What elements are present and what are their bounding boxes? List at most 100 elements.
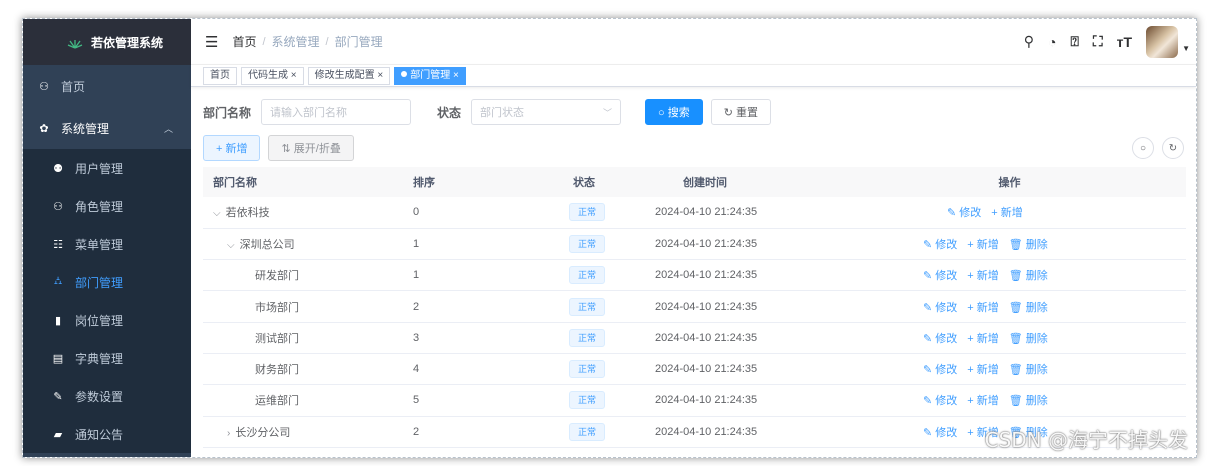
tag-home[interactable]: 首页 <box>203 66 237 85</box>
cell-dept-name: › 长沙分公司 <box>203 416 393 448</box>
font-size-icon[interactable]: ᴛT <box>1117 34 1132 50</box>
cell-order: 2 <box>393 290 543 323</box>
breadcrumb-home[interactable]: 首页 <box>232 33 256 50</box>
cell-status: 正常 <box>543 197 633 229</box>
search-form: 部门名称 请输入部门名称 状态 部门状态 ﹀ ○ 搜索 ↻ 重置 <box>203 93 1184 131</box>
sidebar-item-dict[interactable]: ▤ 字典管理 <box>23 339 191 377</box>
chevron-up-icon: ︿ <box>163 123 173 134</box>
edit-button[interactable]: ✎ 修改 <box>923 364 957 376</box>
edit-icon: ✎ <box>53 390 63 403</box>
dept-name-input[interactable]: 请输入部门名称 <box>261 99 412 125</box>
watermark: CSDN @海宁不掉头发 <box>984 428 1188 452</box>
status-badge: 正常 <box>569 297 606 316</box>
chevron-right-icon[interactable]: › <box>227 428 230 439</box>
add-child-button[interactable]: + 新增 <box>967 395 998 407</box>
sidebar-item-config[interactable]: ✎ 参数设置 <box>23 377 191 415</box>
leaf-logo-icon <box>67 40 83 49</box>
caret-down-icon[interactable]: ▼ <box>1182 44 1190 53</box>
chevron-down-icon[interactable]: ⌵ <box>213 208 221 219</box>
tag-edit-gen-config[interactable]: 修改生成配置 × <box>307 66 391 85</box>
delete-button[interactable]: 🗑 删除 <box>1009 395 1048 407</box>
add-button[interactable]: + 新增 <box>203 135 261 161</box>
dept-name-text: 测试部门 <box>255 332 299 345</box>
sidebar-item-label: 首页 <box>61 79 86 94</box>
delete-button[interactable]: 🗑 删除 <box>1009 364 1048 376</box>
chevron-down-icon: ﹀ <box>603 107 613 118</box>
edit-button[interactable]: ✎ 修改 <box>923 302 957 314</box>
table-row: 测试部门 3 正常 2024-04-10 21:24:35 ✎ 修改 + 新增 🗑 删除 <box>203 322 1186 354</box>
user-icon: ⚉ <box>53 162 63 175</box>
toggle-search-icon[interactable]: ○ <box>1132 137 1154 159</box>
edit-button[interactable]: ✎ 修改 <box>947 207 981 219</box>
table-header-row: 部门名称 排序 状态 创建时间 操作 <box>203 167 1186 197</box>
app-logo[interactable]: 若依管理系统 <box>23 19 191 65</box>
cell-order: 4 <box>393 353 543 386</box>
cell-order: 1 <box>393 228 543 261</box>
cell-created-time: 2024-04-10 21:24:35 <box>633 197 833 229</box>
sidebar-item-label: 岗位管理 <box>75 313 124 328</box>
edit-button[interactable]: ✎ 修改 <box>923 239 957 251</box>
sidebar-item-label: 角色管理 <box>75 199 124 214</box>
page-content: 部门名称 请输入部门名称 状态 部门状态 ﹀ ○ 搜索 ↻ 重置 + 新增 ⇅ … <box>191 93 1196 448</box>
dept-name-placeholder: 请输入部门名称 <box>270 107 348 119</box>
sidebar-item-system[interactable]: ✿ 系统管理 ︿ <box>23 107 191 149</box>
add-child-button[interactable]: + 新增 <box>967 333 998 345</box>
github-icon[interactable]: ◔ <box>1048 34 1056 50</box>
add-child-button[interactable]: + 新增 <box>967 302 998 314</box>
status-badge: 正常 <box>569 203 606 222</box>
cell-actions: ✎ 修改 + 新增 🗑 删除 <box>833 322 1186 354</box>
avatar[interactable] <box>1146 25 1179 58</box>
edit-button[interactable]: ✎ 修改 <box>923 270 957 282</box>
sidebar-item-home[interactable]: ⚇ 首页 <box>23 65 191 107</box>
cell-actions: ✎ 修改 + 新增 🗑 删除 <box>833 228 1186 261</box>
cell-created-time: 2024-04-10 21:24:35 <box>633 384 833 417</box>
navbar: ☰ 首页 / 系统管理 / 部门管理 ⚲ ◔ ⍰ ⛶ ᴛT ▼ <box>191 19 1196 65</box>
cell-status: 正常 <box>543 290 633 323</box>
add-child-button[interactable]: + 新增 <box>967 270 998 282</box>
tag-department[interactable]: 部门管理 × <box>394 66 466 85</box>
delete-button[interactable]: 🗑 删除 <box>1009 302 1048 314</box>
message-icon: ▰ <box>53 428 63 441</box>
cell-created-time: 2024-04-10 21:24:35 <box>633 353 833 386</box>
search-icon[interactable]: ⚲ <box>1024 33 1034 50</box>
sidebar-item-posts[interactable]: ▮ 岗位管理 <box>23 301 191 339</box>
question-icon[interactable]: ⍰ <box>1070 33 1078 50</box>
delete-button[interactable]: 🗑 删除 <box>1009 333 1048 345</box>
cell-order: 2 <box>393 416 543 448</box>
add-child-button[interactable]: + 新增 <box>967 364 998 376</box>
hamburger-icon[interactable]: ☰ <box>205 33 218 51</box>
fullscreen-icon[interactable]: ⛶ <box>1093 33 1103 50</box>
sidebar-item-departments[interactable]: ⛼ 部门管理 <box>23 263 191 301</box>
dept-name-text: 长沙分公司 <box>235 426 291 439</box>
reset-button[interactable]: ↻ 重置 <box>710 99 772 125</box>
refresh-icon[interactable]: ↻ <box>1162 137 1184 159</box>
cell-created-time: 2024-04-10 21:24:35 <box>633 322 833 354</box>
sidebar-item-menus[interactable]: ☷ 菜单管理 <box>23 225 191 263</box>
sidebar-item-label: 部门管理 <box>75 275 124 290</box>
sidebar-item-notice[interactable]: ▰ 通知公告 <box>23 415 191 453</box>
edit-button[interactable]: ✎ 修改 <box>923 427 957 439</box>
table-row: 市场部门 2 正常 2024-04-10 21:24:35 ✎ 修改 + 新增 🗑 删除 <box>203 290 1186 323</box>
cell-status: 正常 <box>543 228 633 261</box>
dept-table: 部门名称 排序 状态 创建时间 操作 ⌵ 若依科技 0 正常 2024-04-10 21… <box>203 167 1186 448</box>
sidebar-item-label: 通知公告 <box>75 427 124 442</box>
expand-collapse-button[interactable]: ⇅ 展开/折叠 <box>268 135 354 161</box>
edit-button[interactable]: ✎ 修改 <box>923 333 957 345</box>
tags-view: 首页 代码生成 × 修改生成配置 × 部门管理 × <box>191 65 1196 87</box>
chevron-down-icon[interactable]: ⌵ <box>227 240 235 251</box>
navbar-right: ⚲ ◔ ⍰ ⛶ ᴛT ▼ <box>1024 25 1196 58</box>
search-button[interactable]: ○ 搜索 <box>645 99 703 125</box>
delete-button[interactable]: 🗑 删除 <box>1009 239 1048 251</box>
sidebar-item-users[interactable]: ⚉ 用户管理 <box>23 149 191 187</box>
tag-codegen[interactable]: 代码生成 × <box>241 66 304 85</box>
status-badge: 正常 <box>569 422 606 441</box>
delete-button[interactable]: 🗑 删除 <box>1009 270 1048 282</box>
add-child-button[interactable]: + 新增 <box>967 239 998 251</box>
add-child-button[interactable]: + 新增 <box>991 207 1022 219</box>
edit-button[interactable]: ✎ 修改 <box>923 395 957 407</box>
sidebar-item-roles[interactable]: ⚇ 角色管理 <box>23 187 191 225</box>
app-window: 若依管理系统 ⚇ 首页 ✿ 系统管理 ︿ ⚉ 用户管理 ⚇ 角色管理 ☷ 菜单管… <box>22 18 1197 458</box>
status-select[interactable]: 部门状态 ﹀ <box>471 99 622 125</box>
sidebar-item-label: 字典管理 <box>75 351 124 366</box>
active-dot-icon <box>401 70 408 77</box>
